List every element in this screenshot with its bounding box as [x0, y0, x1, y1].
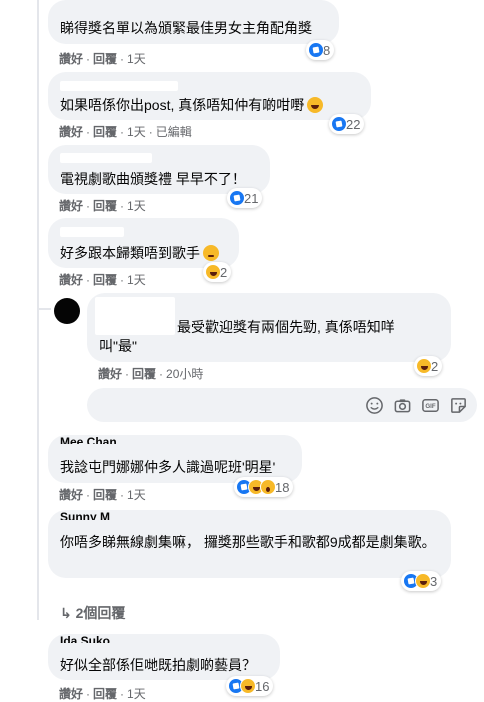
reaction-summary[interactable]: 18	[234, 477, 294, 497]
laughing-emoji-icon	[307, 97, 324, 113]
timestamp[interactable]: 1天	[127, 125, 146, 139]
comment-actions: 讚好 · 回覆 · 1天 · 已編輯	[59, 125, 192, 139]
reaction-count: 22	[346, 116, 361, 132]
reaction-count: 16	[255, 678, 270, 694]
reaction-count: 8	[323, 42, 331, 58]
reaction-summary[interactable]: 3	[401, 571, 442, 591]
comment-author[interactable]: Mee Chan	[60, 435, 117, 444]
haha-reaction-icon	[415, 573, 431, 589]
like-link[interactable]: 讚好	[59, 125, 83, 139]
comment-author[interactable]: Sunny M	[60, 510, 110, 520]
timestamp[interactable]: 1天	[127, 687, 146, 701]
comment-author[interactable]: Ida Suko	[60, 634, 110, 643]
comment-bubble: Mee Chan 我諗屯門娜娜仲多人識過呢班'明星'	[48, 435, 302, 483]
reaction-summary[interactable]: 16	[226, 676, 274, 696]
comment-text: 如果唔係你出post, 真係唔知仲有啲咁嘢	[60, 96, 324, 115]
reply-link[interactable]: 回覆	[93, 52, 117, 66]
like-reaction-icon	[308, 42, 324, 58]
comment-text: 我諗屯門娜娜仲多人識過呢班'明星'	[60, 459, 276, 475]
reaction-count: 18	[275, 479, 290, 495]
thread-line	[37, 0, 39, 620]
like-reaction-icon	[331, 116, 347, 132]
reply-link[interactable]: 回覆	[93, 125, 117, 139]
reaction-summary[interactable]: 22	[329, 114, 365, 134]
reaction-summary[interactable]: 21	[227, 188, 263, 208]
haha-reaction-icon	[205, 264, 221, 280]
comment-text: 你唔多睇無線劇集嘛， 攞獎那些歌手和歌都9成都是劇集歌。	[60, 534, 436, 550]
reaction-count: 2	[220, 264, 228, 280]
like-link[interactable]: 讚好	[59, 199, 83, 213]
like-link[interactable]: 讚好	[59, 273, 83, 287]
reply-link[interactable]: 回覆	[93, 488, 117, 502]
reaction-count: 3	[430, 573, 438, 589]
comment-text: 電視劇歌曲頒獎禮 早早不了！	[60, 171, 246, 187]
reply-link[interactable]: 回覆	[93, 687, 117, 701]
sticker-icon[interactable]	[449, 396, 468, 415]
timestamp[interactable]: 1天	[127, 52, 146, 66]
comment-bubble: 最受歡迎獎有兩個先勁, 真係唔知咩叫"最"	[87, 293, 451, 362]
gif-icon[interactable]: GIF	[421, 396, 440, 415]
reply-connector	[37, 596, 39, 608]
timestamp[interactable]: 1天	[127, 199, 146, 213]
timestamp[interactable]: 1天	[127, 273, 146, 287]
comment-bubble: 好多跟本歸類唔到歌手	[48, 218, 239, 268]
comment-bubble: 如果唔係你出post, 真係唔知仲有啲咁嘢	[48, 72, 371, 120]
avatar[interactable]	[54, 298, 80, 324]
reaction-summary[interactable]: 8	[306, 40, 335, 60]
reply-connector	[37, 308, 51, 310]
comment-actions: 讚好 · 回覆 · 20小時	[98, 367, 204, 381]
reply-arrow-icon: ↳	[60, 605, 76, 621]
view-more-replies[interactable]: ↳ 2個回覆	[60, 604, 125, 622]
haha-reaction-icon	[416, 358, 432, 374]
reaction-summary[interactable]: 2	[414, 356, 443, 376]
wow-reaction-icon	[260, 479, 276, 495]
reply-link[interactable]: 回覆	[93, 199, 117, 213]
comment-actions: 讚好 · 回覆 · 1天	[59, 488, 146, 502]
comment-actions: 讚好 · 回覆 · 1天	[59, 273, 146, 287]
emoji-picker-icon[interactable]	[365, 396, 384, 415]
edited-label: 已編輯	[155, 125, 192, 139]
like-link[interactable]: 讚好	[59, 488, 83, 502]
comment-text: 好多跟本歸類唔到歌手	[60, 244, 219, 263]
reaction-count: 21	[244, 190, 259, 206]
comment-bubble: 睇得獎名單以為頒緊最佳男女主角配角獎	[48, 0, 339, 44]
comment-bubble: 電視劇歌曲頒獎禮 早早不了！	[48, 145, 270, 194]
comment-bubble: Sunny M 你唔多睇無線劇集嘛， 攞獎那些歌手和歌都9成都是劇集歌。	[48, 510, 451, 578]
reaction-count: 2	[431, 358, 439, 374]
timestamp[interactable]: 1天	[127, 488, 146, 502]
comment-actions: 讚好 · 回覆 · 1天	[59, 199, 146, 213]
timestamp[interactable]: 20小時	[166, 367, 203, 381]
eye-roll-emoji-icon	[203, 245, 219, 261]
comment-text: 最受歡迎獎有兩個先勁, 真係唔知咩叫"最"	[99, 319, 395, 354]
like-link[interactable]: 讚好	[59, 687, 83, 701]
camera-icon[interactable]	[393, 396, 412, 415]
comment-text: 睇得獎名單以為頒緊最佳男女主角配角獎	[60, 20, 312, 36]
input-tools: GIF	[365, 396, 468, 415]
reply-link[interactable]: 回覆	[132, 367, 156, 381]
like-reaction-icon	[229, 190, 245, 206]
like-link[interactable]: 讚好	[59, 52, 83, 66]
svg-text:GIF: GIF	[425, 403, 435, 410]
like-link[interactable]: 讚好	[98, 367, 122, 381]
reply-link[interactable]: 回覆	[93, 273, 117, 287]
haha-reaction-icon	[240, 678, 256, 694]
comment-text: 好似全部係佢哋既拍劇啲藝員？	[60, 657, 256, 673]
comment-bubble: Ida Suko 好似全部係佢哋既拍劇啲藝員？	[48, 634, 280, 680]
reaction-summary[interactable]: 2	[203, 262, 232, 282]
comment-actions: 讚好 · 回覆 · 1天	[59, 52, 146, 66]
